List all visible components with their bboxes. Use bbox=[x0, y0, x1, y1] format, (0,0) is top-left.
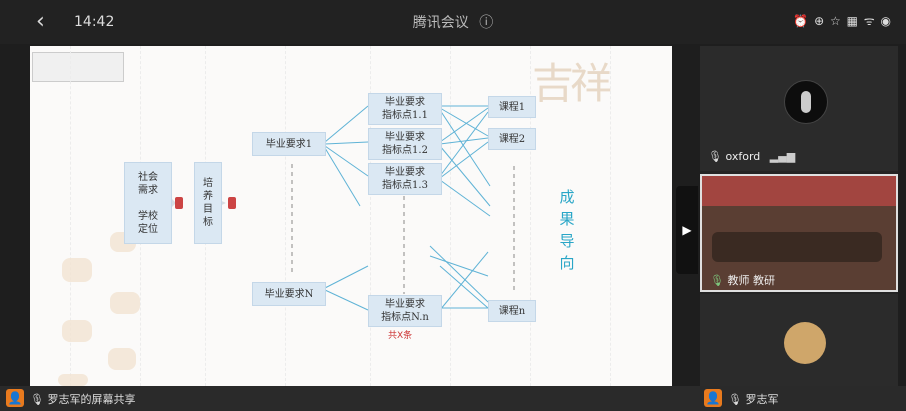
connector-marker bbox=[228, 197, 236, 209]
user-icon: 👤 bbox=[704, 389, 722, 407]
meeting-table bbox=[712, 232, 882, 262]
info-icon[interactable]: ⓘ bbox=[479, 15, 493, 31]
node-indicator-n-n: 毕业要求 指标点N.n bbox=[368, 295, 442, 327]
user-icon: 👤 bbox=[6, 389, 24, 407]
window-title: 腾讯会议 ⓘ bbox=[0, 12, 906, 32]
collapse-panel-button[interactable]: ▶ bbox=[676, 186, 698, 274]
outcome-oriented-label: 成 果 导 向 bbox=[559, 188, 575, 272]
avatar bbox=[784, 80, 828, 124]
node-graduation-req-1: 毕业要求1 bbox=[252, 132, 326, 156]
participant-tile-luozhijun[interactable] bbox=[700, 294, 898, 386]
mic-icon: 🎙 bbox=[710, 274, 724, 287]
node-graduation-req-n: 毕业要求N bbox=[252, 282, 326, 306]
mic-icon: 🎙 bbox=[30, 393, 44, 406]
status-icons: ⏰ ⊕ ☆ ▦ ᯤ ◉ bbox=[793, 14, 892, 28]
avatar bbox=[784, 322, 826, 364]
node-indicator-1-2: 毕业要求 指标点1.2 bbox=[368, 128, 442, 160]
participant-name-3: 🎙 罗志军 bbox=[728, 393, 779, 406]
node-social-demand-school-position: 社会 需求 学校 定位 bbox=[124, 162, 172, 244]
mic-icon: 🎙 bbox=[708, 150, 722, 163]
signal-icon: ▂▄▆ bbox=[769, 150, 796, 163]
node-indicator-1-1: 毕业要求 指标点1.1 bbox=[368, 93, 442, 125]
count-label: 共X条 bbox=[388, 331, 413, 341]
meeting-title: 腾讯会议 bbox=[412, 15, 469, 31]
participant-tile-oxford[interactable]: 🎙 oxford ▂▄▆ bbox=[700, 46, 898, 171]
node-training-goal: 培 养 目 标 bbox=[194, 162, 222, 244]
node-course-1: 课程1 bbox=[488, 96, 536, 118]
node-course-n: 课程n bbox=[488, 300, 536, 322]
participant-name: 🎙 教师 教研 bbox=[710, 274, 775, 287]
connector-marker bbox=[175, 197, 183, 209]
top-bar: ‹ 14:42 腾讯会议 ⓘ ⏰ ⊕ ☆ ▦ ᯤ ◉ bbox=[0, 0, 906, 44]
node-indicator-1-3: 毕业要求 指标点1.3 bbox=[368, 163, 442, 195]
mic-icon: 🎙 bbox=[728, 393, 742, 406]
node-course-2: 课程2 bbox=[488, 128, 536, 150]
participant-name: 🎙 oxford ▂▄▆ bbox=[708, 150, 796, 163]
banner bbox=[702, 176, 896, 206]
shared-screen: 吉祥 社会 需求 学校 定位 培 养 目 标 毕业要求1 毕业要求N 毕业要求 … bbox=[30, 46, 672, 386]
participant-tile-classroom[interactable]: 🎙 教师 教研 bbox=[700, 174, 898, 292]
sharer-label: 🎙 罗志军的屏幕共享 bbox=[30, 393, 136, 406]
